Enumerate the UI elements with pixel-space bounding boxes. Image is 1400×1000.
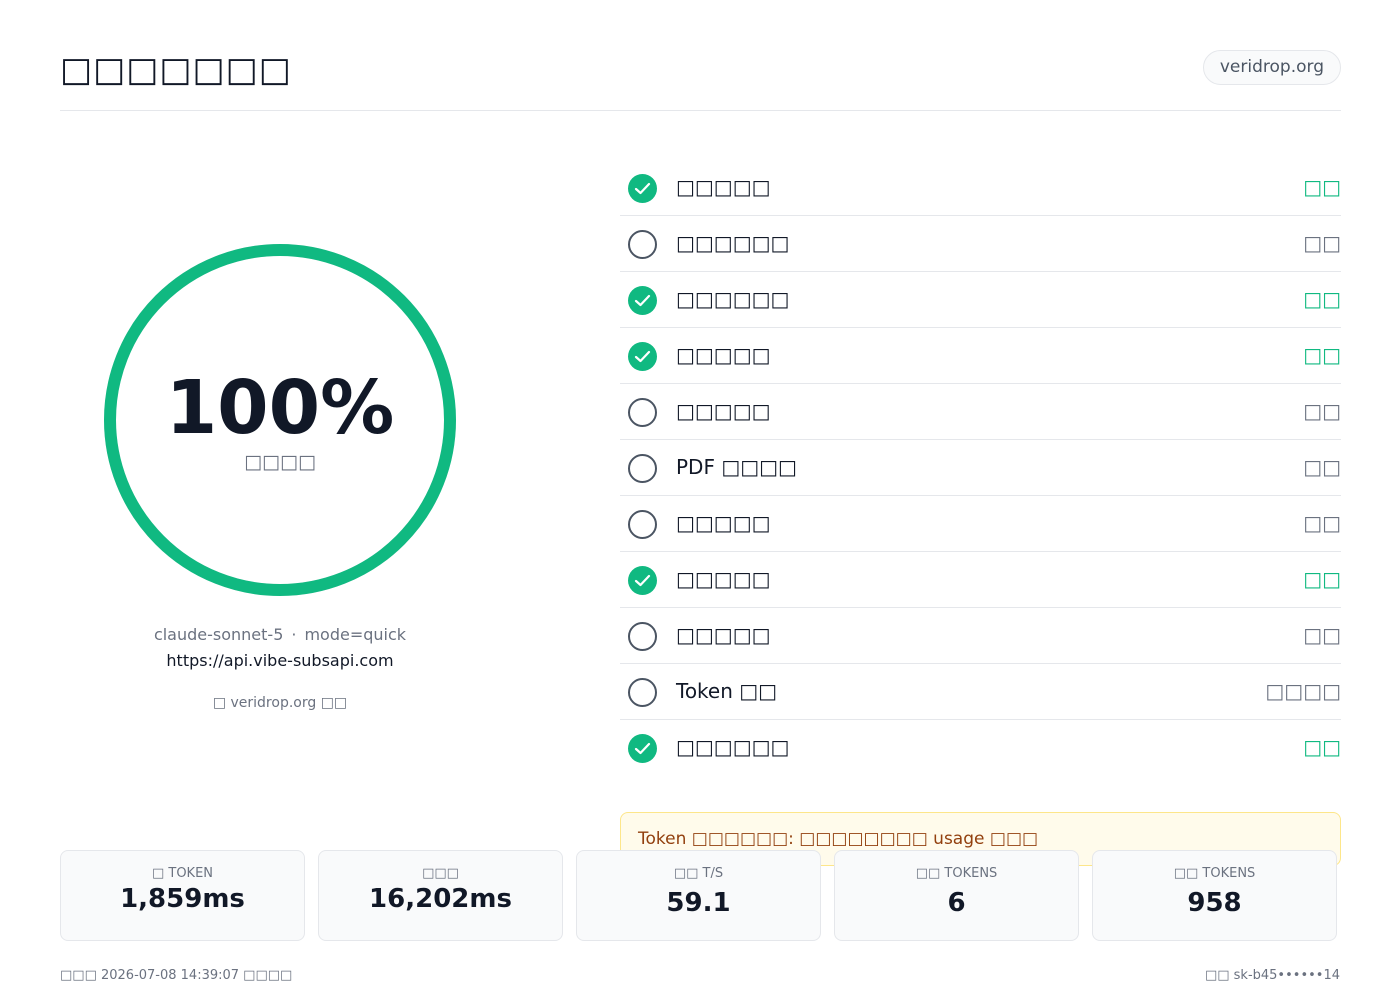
check-label: □□□□□: [676, 623, 771, 647]
check-circle-icon: [628, 174, 657, 203]
stat-value: 958: [1187, 888, 1242, 918]
check-row: □□□□□ □□: [620, 160, 1341, 216]
check-status: □□: [1303, 623, 1341, 647]
model-info: claude-sonnet-5 · mode=quick: [80, 625, 480, 644]
check-row: PDF □□□□ □□: [620, 440, 1341, 496]
check-label: □□□□□: [676, 511, 771, 535]
stat-label: □□ TOKENS: [915, 866, 998, 881]
empty-circle-icon: [628, 398, 657, 427]
check-row: □□□□□ □□: [620, 608, 1341, 664]
site-badge[interactable]: veridrop.org: [1202, 50, 1341, 85]
empty-circle-icon: [628, 510, 657, 539]
check-label: □□□□□□: [676, 287, 790, 311]
check-row: □□□□□□ □□: [620, 216, 1341, 272]
stats-row: □ TOKEN 1,859ms □□□ 16,202ms □□ T/S 59.1 □□ TO…: [60, 850, 1340, 941]
empty-circle-icon: [628, 678, 657, 707]
stat-card: □□ TOKENS 6: [834, 850, 1079, 941]
stat-value: 6: [947, 888, 966, 918]
mode-value: mode=quick: [304, 625, 407, 644]
check-status: □□: [1303, 231, 1341, 255]
footer-timestamp: □□□ 2026-07-08 14:39:07 □□□□: [60, 968, 293, 983]
check-row: □□□□□ □□: [620, 496, 1341, 552]
check-label: Token □□: [676, 679, 778, 703]
check-status: □□: [1303, 455, 1341, 479]
footer-key: □□ sk-b45••••••14: [1204, 968, 1340, 983]
check-label: □□□□□: [676, 343, 771, 367]
page-header: □□□□□□□ veridrop.org: [60, 40, 1341, 111]
stat-value: 59.1: [666, 888, 731, 918]
check-status: □□: [1303, 343, 1341, 367]
api-url: https://api.vibe-subsapi.com: [166, 651, 394, 670]
check-label: □□□□□□: [676, 231, 790, 255]
check-label: □□□□□: [676, 399, 771, 423]
check-status: □□: [1303, 511, 1341, 535]
stat-card: □□ TOKENS 958: [1092, 850, 1337, 941]
check-row: □□□□□ □□: [620, 328, 1341, 384]
empty-circle-icon: [628, 230, 657, 259]
model-name: claude-sonnet-5: [153, 625, 284, 644]
stat-label: □□ T/S: [673, 866, 724, 881]
stat-value: 16,202ms: [369, 884, 512, 914]
check-status: □□: [1303, 567, 1341, 591]
page-title: □□□□□□□: [60, 50, 292, 90]
stat-card: □□□ 16,202ms: [318, 850, 563, 941]
check-list: □□□□□ □□ □□□□□□ □□ □□□□□□ □□ □□□□□ □□ □□□□□ □□ PDF…: [620, 160, 1341, 776]
check-status: □□: [1303, 175, 1341, 199]
check-row: Token □□ □□□□: [620, 664, 1341, 720]
gauge-percent: 100%: [165, 365, 395, 451]
check-label: □□□□□: [676, 567, 771, 591]
check-circle-icon: [628, 342, 657, 371]
stat-label: □□□: [422, 866, 459, 881]
check-circle-icon: [628, 286, 657, 315]
check-label: □□□□□: [676, 175, 771, 199]
check-row: □□□□□□ □□: [620, 272, 1341, 328]
stat-label: □ TOKEN: [151, 866, 214, 881]
check-status: □□: [1303, 399, 1341, 423]
gauge-label: □□□□: [244, 451, 316, 473]
check-row: □□□□□□ □□: [620, 720, 1341, 776]
check-status: □□: [1303, 287, 1341, 311]
check-status: □□□□: [1265, 679, 1341, 703]
score-gauge: 100% □□□□: [104, 244, 456, 596]
stat-card: □□ T/S 59.1: [576, 850, 821, 941]
check-label: □□□□□□: [676, 735, 790, 759]
stat-card: □ TOKEN 1,859ms: [60, 850, 305, 941]
stat-label: □□ TOKENS: [1173, 866, 1256, 881]
check-row: □□□□□ □□: [620, 384, 1341, 440]
empty-circle-icon: [628, 454, 657, 483]
check-circle-icon: [628, 566, 657, 595]
check-label: PDF □□□□: [676, 455, 797, 479]
stat-value: 1,859ms: [120, 884, 245, 914]
model-separator: ·: [291, 625, 297, 644]
check-row: □□□□□ □□: [620, 552, 1341, 608]
powered-by[interactable]: □ veridrop.org □□: [80, 695, 480, 711]
check-status: □□: [1303, 735, 1341, 759]
empty-circle-icon: [628, 622, 657, 651]
check-circle-icon: [628, 734, 657, 763]
